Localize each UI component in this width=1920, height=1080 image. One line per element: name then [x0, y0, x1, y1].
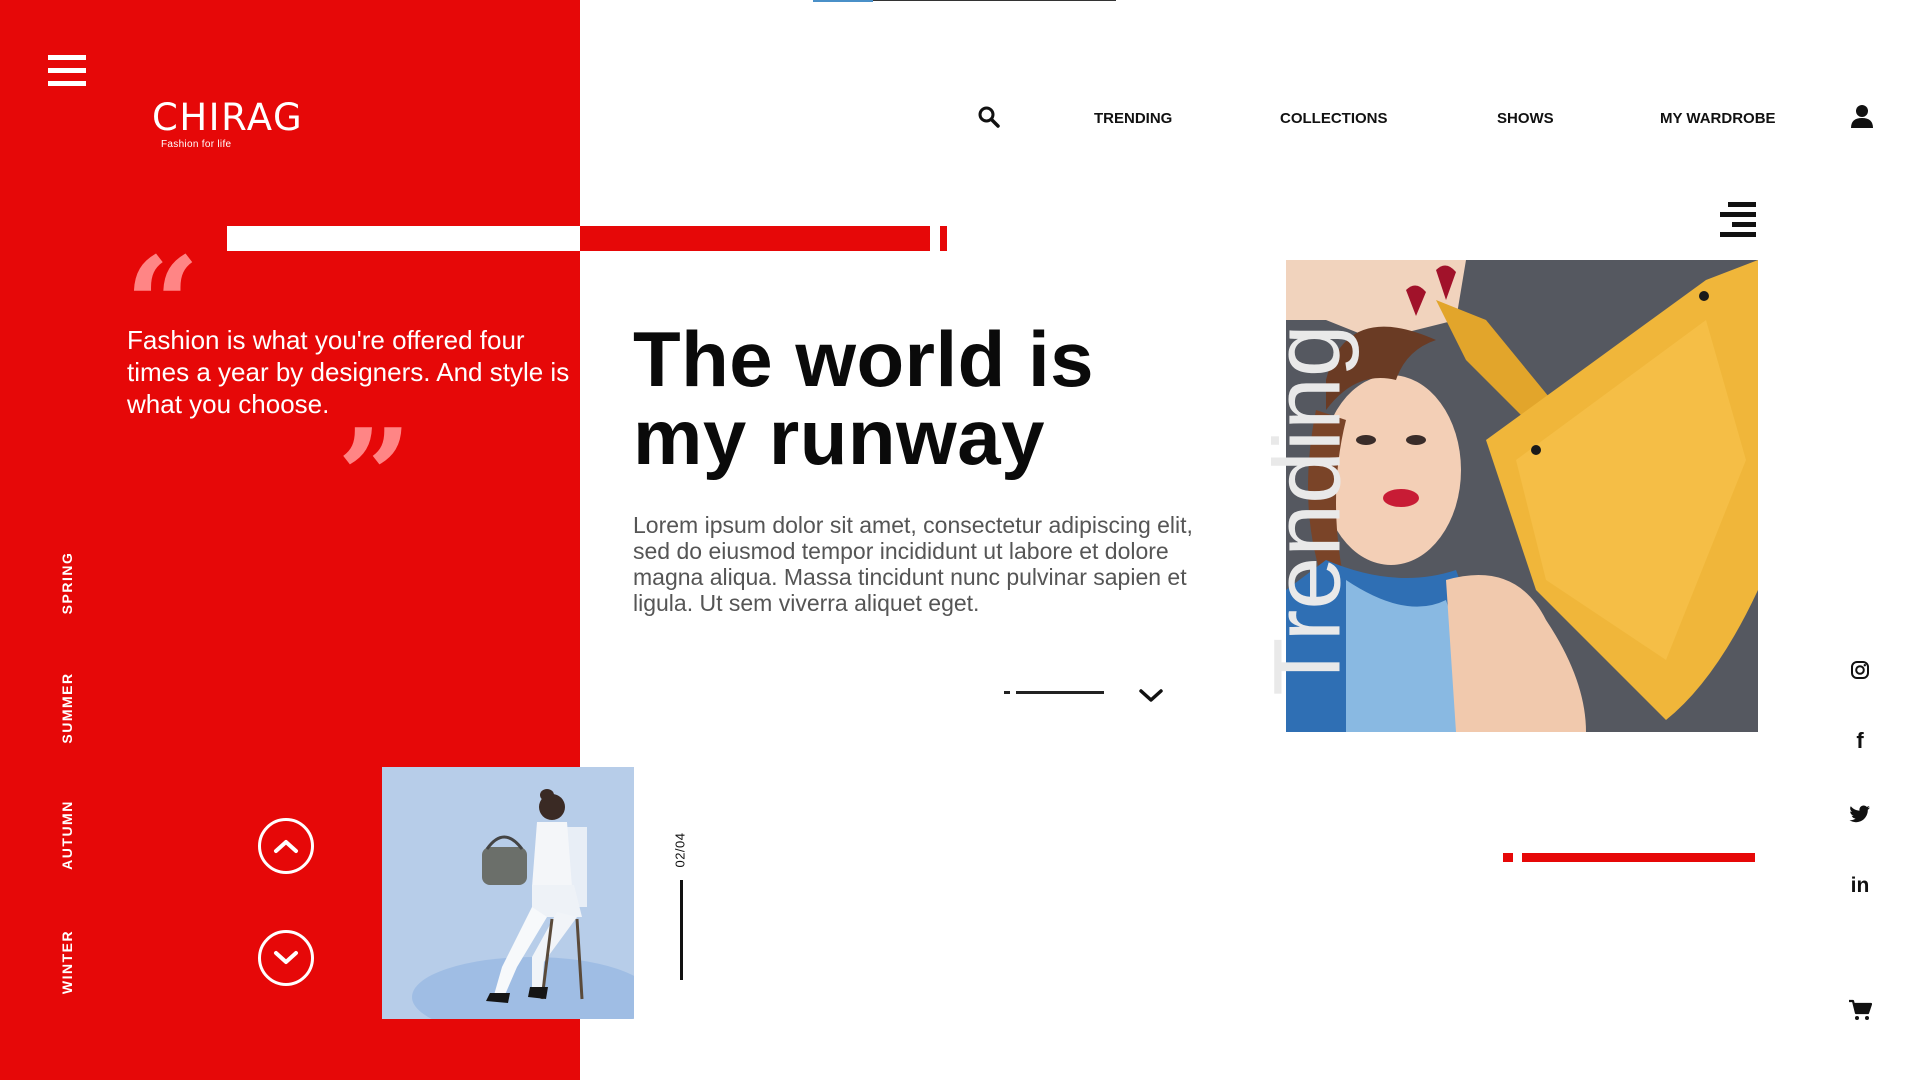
slide-counter: 02/04 [672, 832, 688, 868]
nav-collections[interactable]: COLLECTIONS [1280, 110, 1388, 127]
hero-body-text: Lorem ipsum dolor sit amet, consectetur … [633, 512, 1193, 616]
decorative-white-stripe [227, 226, 580, 251]
hero-headline-line2: my runway [633, 393, 1045, 481]
top-progress-track [873, 0, 1116, 1]
slider-indicator-line [1016, 691, 1104, 694]
slide-down-button[interactable] [258, 930, 314, 986]
decorative-red-stripe [580, 226, 930, 251]
nav-my-wardrobe[interactable]: MY WARDROBE [1660, 110, 1776, 127]
brand-name: CHIRAG [152, 96, 304, 139]
quote-close-icon: ” [337, 412, 412, 482]
facebook-icon[interactable]: f [1846, 727, 1874, 755]
cart-icon[interactable] [1846, 996, 1874, 1024]
season-winter[interactable]: WINTER [59, 930, 75, 994]
thumbnail-model-photo[interactable] [382, 767, 634, 1019]
season-autumn[interactable]: AUTUMN [59, 800, 75, 870]
menu-icon[interactable] [48, 55, 86, 87]
user-icon[interactable] [1850, 104, 1874, 133]
twitter-icon[interactable] [1846, 800, 1874, 828]
align-right-menu-icon[interactable] [1720, 202, 1756, 238]
season-summer[interactable]: SUMMER [59, 672, 75, 743]
quote-open-icon: “ [125, 240, 200, 310]
brand-tagline: Fashion for life [161, 139, 232, 150]
top-progress-indicator [813, 0, 873, 2]
chevron-up-icon [274, 840, 298, 853]
linkedin-icon[interactable]: in [1846, 872, 1874, 900]
season-spring[interactable]: SPRING [59, 552, 75, 615]
brand-logo[interactable]: CHIRAG Fashion for life [152, 96, 304, 151]
slider-indicator-dot [1004, 691, 1010, 694]
chevron-down-icon [274, 951, 298, 964]
trending-vertical-label: Trending [1254, 324, 1361, 696]
decorative-red-bar [1522, 853, 1755, 862]
model-seated-illustration [382, 767, 634, 1019]
scroll-down-chevron-icon[interactable] [1138, 688, 1164, 709]
nav-shows[interactable]: SHOWS [1497, 110, 1554, 127]
search-icon[interactable] [978, 106, 1000, 133]
slide-progress-line [680, 880, 683, 980]
hero-headline-line1: The world is [633, 315, 1095, 403]
decorative-red-dot [1503, 853, 1513, 862]
hero-headline: The world is my runway [633, 320, 1193, 476]
slide-up-button[interactable] [258, 818, 314, 874]
instagram-icon[interactable] [1846, 656, 1874, 684]
decorative-red-tick [940, 226, 947, 251]
nav-trending[interactable]: TRENDING [1094, 110, 1172, 127]
quote-text: Fashion is what you're offered four time… [127, 325, 570, 419]
